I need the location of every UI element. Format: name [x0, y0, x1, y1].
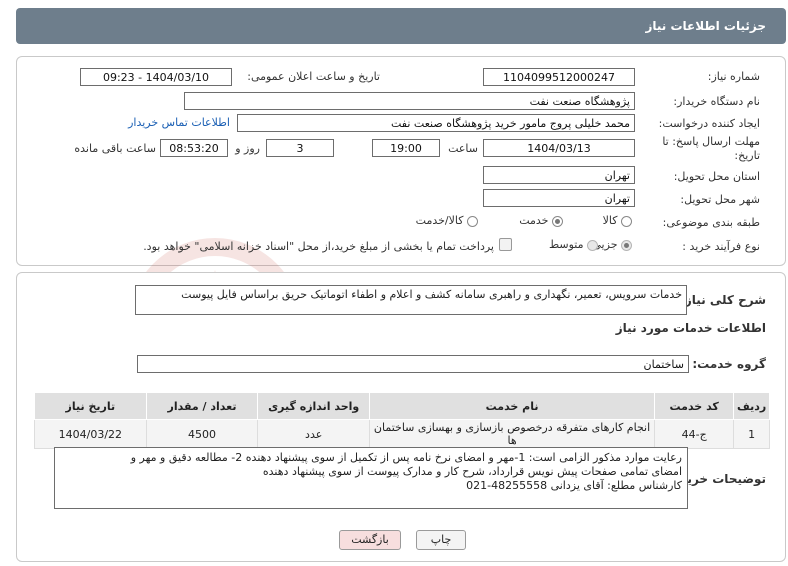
cell-quantity: 4500 [145, 419, 259, 449]
days-label: روز و [235, 142, 260, 155]
buyer-org-field: پژوهشگاه صنعت نفت [184, 92, 635, 110]
cell-need-date: 1404/03/22 [34, 419, 147, 449]
treasury-payment-note: پرداخت تمام یا بخشی از مبلغ خرید،از محل … [143, 240, 494, 253]
buyer-notes-line: امضای تمامی صفحات پیش نویس قرارداد، شرح … [262, 465, 682, 478]
process-type-label: نوع فرآیند خرید : [682, 240, 760, 253]
process-option-medium[interactable]: متوسط [549, 238, 598, 251]
col-service-code: کد خدمت [654, 392, 735, 420]
city-label: شهر محل تحویل: [680, 193, 760, 206]
service-group-label: گروه خدمت: [692, 357, 766, 371]
page-title: جزئیات اطلاعات نیاز [645, 19, 766, 33]
col-unit: واحد اندازه گیری [257, 392, 370, 420]
col-row-number: ردیف [733, 392, 770, 420]
cell-row-number: 1 [733, 419, 770, 449]
back-button[interactable]: بازگشت [339, 530, 401, 550]
need-number-label: شماره نیاز: [707, 70, 760, 83]
announce-datetime-field: 1404/03/10 - 09:23 [80, 68, 232, 86]
deadline-date-field: 1404/03/13 [483, 139, 635, 157]
deadline-label: مهلت ارسال پاسخ: تا [662, 135, 760, 148]
page-header: جزئیات اطلاعات نیاز [16, 8, 786, 44]
remaining-time-field: 08:53:20 [160, 139, 228, 157]
need-info-panel [16, 56, 786, 266]
buyer-notes-textarea[interactable]: رعایت موارد مذکور الزامی است: 1-مهر و ام… [54, 447, 688, 509]
cell-service-name: انجام کارهای متفرقه درخصوص بازسازی و بهس… [368, 419, 656, 449]
need-number-field: 1104099512000247 [483, 68, 635, 86]
buyer-org-label: نام دستگاه خریدار: [673, 95, 760, 108]
table-row: 1 ج-44 انجام کارهای متفرقه درخصوص بازساز… [34, 419, 770, 449]
table-header-row: ردیف کد خدمت نام خدمت واحد اندازه گیری ت… [34, 392, 770, 420]
buyer-notes-line: رعایت موارد مذکور الزامی است: 1-مهر و ام… [130, 451, 682, 464]
creator-label: ایجاد کننده درخواست: [658, 117, 760, 130]
buyer-notes-line: کارشناس مطلع: آقای یزدانی 48255558-021 [466, 479, 682, 492]
print-button[interactable]: چاپ [416, 530, 466, 550]
creator-field: محمد خلیلی پروج مامور خرید پژوهشگاه صنعت… [237, 114, 635, 132]
category-label: طبقه بندی موضوعی: [662, 216, 760, 229]
category-option-goods-service[interactable]: کالا/خدمت [416, 214, 478, 227]
city-field: تهران [483, 189, 635, 207]
service-group-field: ساختمان [137, 355, 689, 373]
province-label: استان محل تحویل: [673, 170, 760, 183]
treasury-payment-checkbox[interactable] [499, 238, 512, 254]
deadline-date-label: تاریخ: [734, 149, 760, 162]
remaining-time-label: ساعت باقی مانده [74, 142, 156, 155]
buyer-contact-link[interactable]: اطلاعات تماس خریدار [128, 116, 230, 129]
summary-label: شرح کلی نیاز: [680, 293, 766, 307]
category-option-service[interactable]: خدمت [519, 214, 563, 227]
process-option-minor[interactable]: جزیی [592, 238, 632, 251]
announce-datetime-label: تاریخ و ساعت اعلان عمومی: [247, 70, 380, 83]
col-quantity: تعداد / مقدار [145, 392, 259, 420]
days-remaining-field: 3 [266, 139, 334, 157]
cell-unit: عدد [257, 419, 370, 449]
summary-textarea[interactable]: خدمات سرویس، تعمیر، نگهداری و راهبری سام… [135, 285, 687, 315]
col-service-name: نام خدمت [368, 392, 656, 420]
deadline-time-field: 19:00 [372, 139, 440, 157]
deadline-time-label: ساعت [448, 142, 478, 155]
col-need-date: تاریخ نیاز [34, 392, 147, 420]
province-field: تهران [483, 166, 635, 184]
category-option-goods[interactable]: کالا [603, 214, 632, 227]
cell-service-code: ج-44 [654, 419, 735, 449]
services-section-title: اطلاعات خدمات مورد نیاز [615, 321, 766, 335]
services-table: ردیف کد خدمت نام خدمت واحد اندازه گیری ت… [34, 392, 770, 449]
summary-text: خدمات سرویس، تعمیر، نگهداری و راهبری سام… [181, 288, 682, 301]
